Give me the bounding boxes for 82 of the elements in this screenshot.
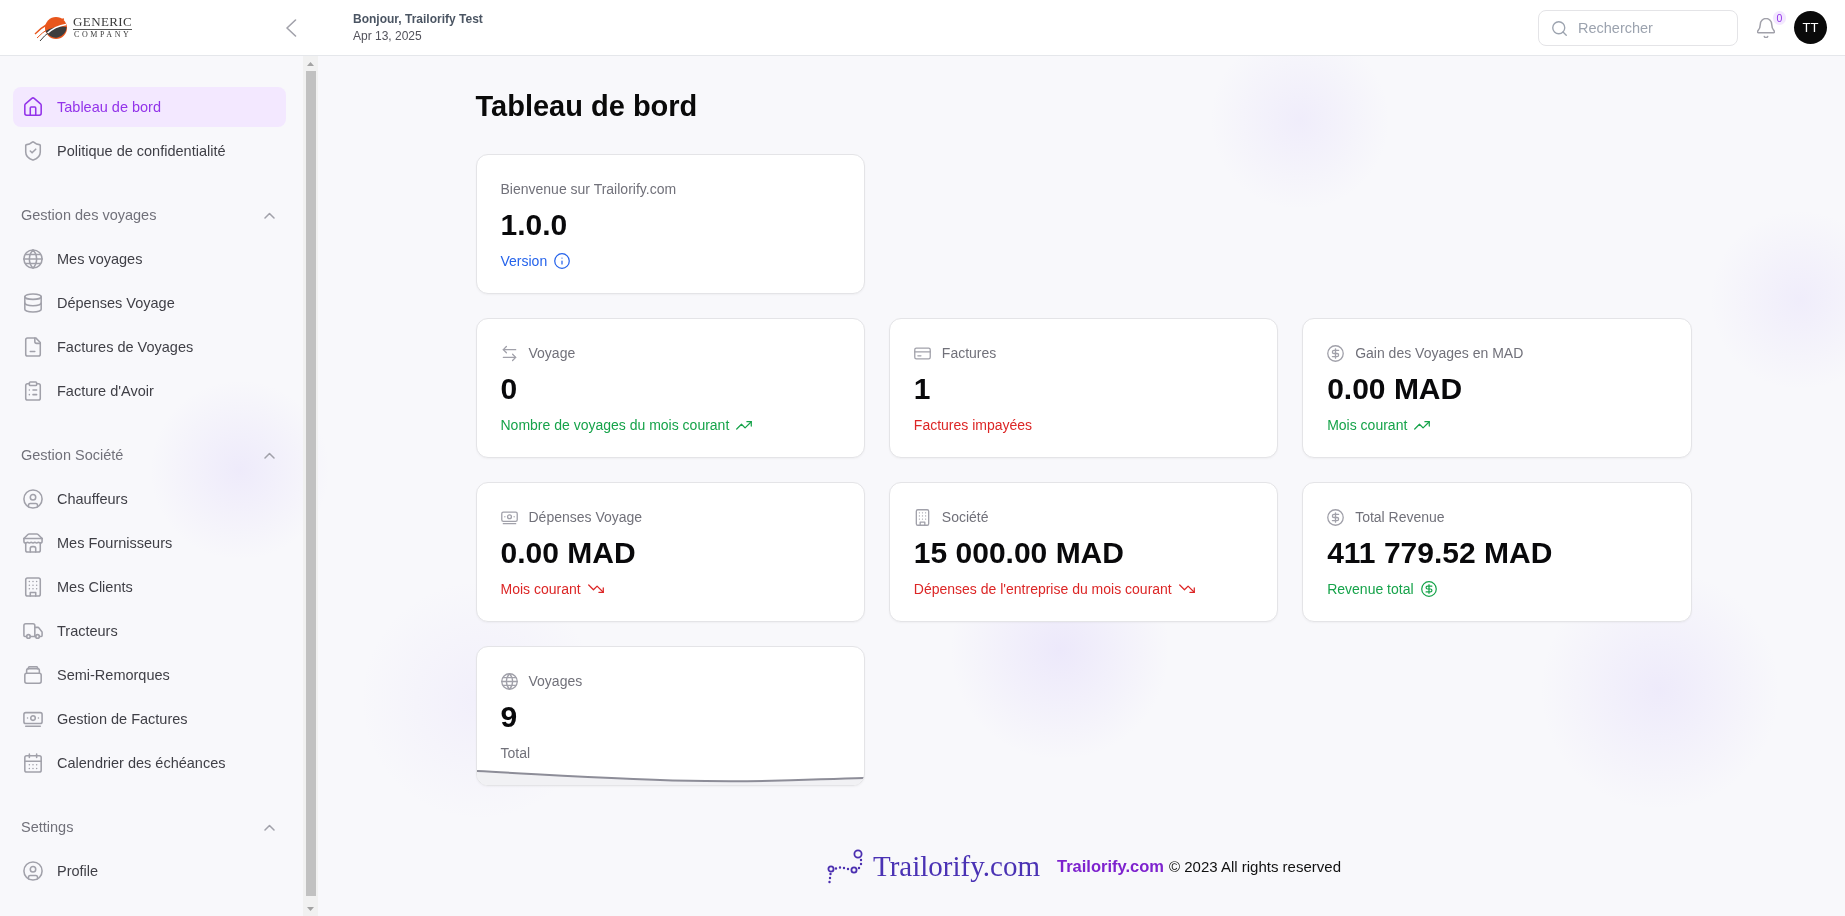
sidebar-item[interactable]: Mes voyages: [13, 239, 286, 279]
arrows-left-right-icon: [500, 344, 518, 362]
card-note: Factures impayées: [913, 417, 1033, 433]
logo-text: COMPANY: [73, 30, 133, 40]
search-field[interactable]: Rechercher: [1538, 9, 1738, 46]
globe-icon: [23, 249, 43, 269]
brand-name: Trailorify.com: [873, 849, 1040, 883]
scroll-down-arrow-icon[interactable]: [307, 907, 314, 911]
card-note: Mois courant: [1327, 417, 1408, 433]
card-label: Factures: [941, 345, 997, 361]
scroll-up-arrow-icon[interactable]: [307, 62, 314, 66]
truck-icon: [23, 621, 43, 641]
card-note: Revenue total: [1327, 581, 1414, 597]
page-title: Tableau de bord: [475, 89, 698, 124]
calendar-icon: [23, 753, 43, 773]
card-value: 1: [913, 371, 931, 407]
card-note: Version: [500, 253, 548, 269]
card-label: Voyages: [528, 673, 583, 689]
logo-text: GENERIC: [73, 15, 133, 30]
sidebar-item[interactable]: Profile: [13, 851, 286, 891]
date-text: Apr 13, 2025: [353, 29, 422, 43]
sidebar-item[interactable]: Gestion de Factures: [13, 699, 286, 739]
card-value: 0.00 MAD: [1327, 371, 1463, 407]
sidebar-item[interactable]: Factures de Voyages: [13, 327, 286, 367]
card-label: Société: [941, 509, 989, 525]
dollar-circle-icon: [1327, 344, 1345, 362]
section-header[interactable]: Gestion Société: [13, 435, 286, 475]
greeting-text: Bonjour, Trailorify Test: [353, 12, 483, 26]
sidebar-item[interactable]: Mes Fournisseurs: [13, 523, 286, 563]
card-note: Mois courant: [500, 581, 581, 597]
card-label: Dépenses Voyage: [528, 509, 643, 525]
user-circle-icon: [23, 489, 43, 509]
document-icon: [23, 337, 43, 357]
chevron-left-icon[interactable]: [285, 18, 297, 37]
sidebar-item[interactable]: Politique de confidentialité: [13, 131, 286, 171]
home-icon: [23, 97, 43, 117]
clipboard-icon: [23, 381, 43, 401]
scrollbar-thumb[interactable]: [305, 71, 316, 896]
sidebar-item[interactable]: Dépenses Voyage: [13, 283, 286, 323]
user-circle-icon: [23, 861, 43, 881]
copyright-text: © 2023 All rights reserved: [1169, 857, 1341, 875]
card-label: Gain des Voyages en MAD: [1355, 345, 1524, 361]
info-icon: [554, 253, 571, 269]
card-value: 15 000.00 MAD: [913, 535, 1124, 571]
card-value: 411 779.52 MAD: [1327, 535, 1553, 571]
sidebar-item[interactable]: Calendrier des échéances: [13, 743, 286, 783]
building-icon: [23, 577, 43, 597]
section-header[interactable]: Gestion des voyages: [13, 195, 286, 235]
dollar-circle-icon: [1327, 508, 1345, 526]
box-icon: [23, 665, 43, 685]
building-icon: [913, 508, 931, 526]
banknote-icon: [500, 508, 518, 526]
scrollbar[interactable]: [303, 56, 318, 916]
notification-count: 0: [1773, 10, 1786, 25]
card-value: 9: [500, 699, 518, 735]
store-icon: [23, 533, 43, 553]
footer-link[interactable]: Trailorify.com: [1057, 856, 1164, 876]
bell-icon[interactable]: [1757, 17, 1775, 38]
card-label: Voyage: [528, 345, 576, 361]
sidebar-item[interactable]: Tableau de bord: [13, 87, 286, 127]
card-note: Total: [500, 745, 531, 761]
search-icon: [1552, 20, 1567, 36]
sidebar-item[interactable]: Mes Clients: [13, 567, 286, 607]
sidebar-item[interactable]: Facture d'Avoir: [13, 371, 286, 411]
credit-card-icon: [913, 344, 931, 362]
card-note: Nombre de voyages du mois courant: [500, 417, 730, 433]
database-icon: [23, 293, 43, 313]
banknote-icon: [23, 709, 43, 729]
globe-icon: [500, 672, 518, 690]
card-note: Dépenses de l'entreprise du mois courant: [913, 581, 1172, 597]
card-label: Total Revenue: [1355, 509, 1445, 525]
user-avatar[interactable]: TT: [1794, 11, 1827, 44]
section-header[interactable]: Settings: [13, 807, 286, 847]
card-value: 0: [500, 371, 518, 407]
card-value: 1.0.0: [500, 207, 568, 243]
card-label: Bienvenue sur Trailorify.com: [500, 181, 677, 197]
shield-check-icon: [23, 141, 43, 161]
sidebar-item[interactable]: Semi-Remorques: [13, 655, 286, 695]
card-value: 0.00 MAD: [500, 535, 636, 571]
sidebar-item[interactable]: Tracteurs: [13, 611, 286, 651]
sidebar-item[interactable]: Chauffeurs: [13, 479, 286, 519]
dollar-circle-icon: [1420, 581, 1437, 597]
